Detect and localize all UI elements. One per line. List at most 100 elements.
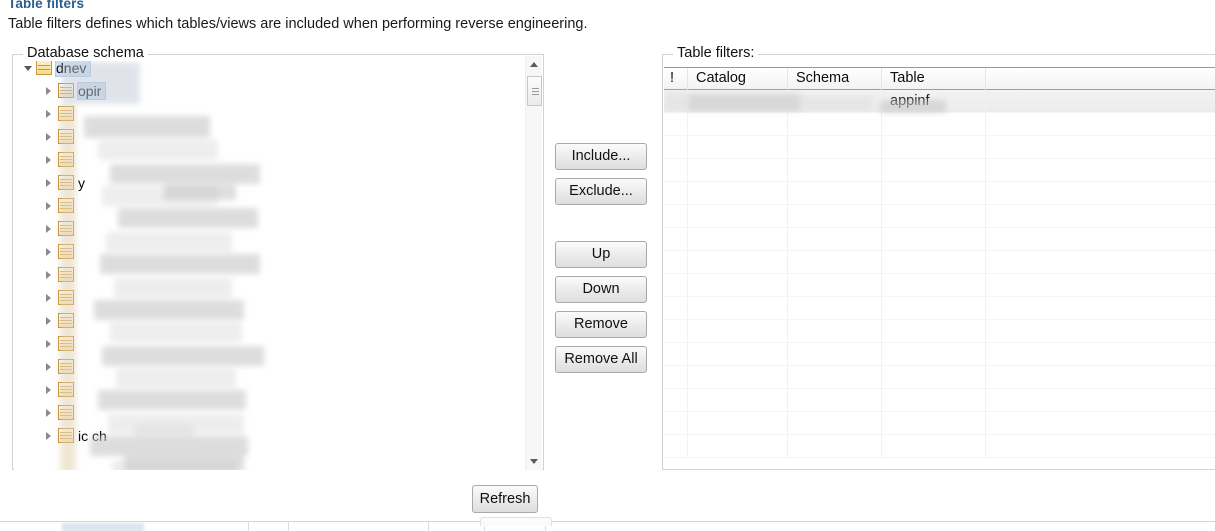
table-icon [58,106,74,121]
chevron-right-icon[interactable] [42,199,56,213]
table-icon [58,198,74,213]
table-row[interactable] [664,297,1215,320]
chevron-right-icon[interactable] [42,222,56,236]
include-button[interactable]: Include... [555,143,647,170]
table-icon [58,290,74,305]
refresh-button[interactable]: Refresh [472,485,538,513]
database-schema-tree[interactable]: dnev opir y ic ch [14,56,526,470]
scroll-down-arrow-icon[interactable] [526,453,543,470]
button-group-spacer [555,213,647,241]
cell-extra [986,366,1215,389]
tree-node-item[interactable]: y [14,171,526,194]
tree-node-item[interactable] [14,355,526,378]
tree-node-item[interactable] [14,217,526,240]
table-row[interactable] [664,274,1215,297]
scrollbar-thumb[interactable] [527,76,542,106]
chevron-right-icon[interactable] [42,429,56,443]
column-header-schema[interactable]: Schema [788,68,882,90]
remove-button[interactable]: Remove [555,311,647,338]
table-row[interactable] [664,136,1215,159]
chevron-right-icon[interactable] [42,291,56,305]
table-row[interactable] [664,320,1215,343]
move-up-button[interactable]: Up [555,241,647,268]
cell-flag [664,343,688,366]
table-row[interactable] [664,251,1215,274]
cell-flag [664,182,688,205]
cell-extra [986,113,1215,136]
tree-node-item[interactable] [14,263,526,286]
chevron-right-icon[interactable] [42,268,56,282]
cell-schema [788,205,882,228]
cell-catalog [688,136,788,159]
table-row[interactable] [664,228,1215,251]
cell-schema [788,274,882,297]
tree-node-item[interactable] [14,194,526,217]
chevron-right-icon[interactable] [42,107,56,121]
chevron-down-icon[interactable] [22,61,36,75]
tree-node-item[interactable] [14,309,526,332]
tree-node-item[interactable]: ic ch [14,424,526,447]
chevron-right-icon[interactable] [42,245,56,259]
chevron-right-icon[interactable] [42,130,56,144]
table-row[interactable] [664,389,1215,412]
exclude-button[interactable]: Exclude... [555,178,647,205]
chevron-right-icon[interactable] [42,383,56,397]
cell-extra [986,251,1215,274]
move-down-button[interactable]: Down [555,276,647,303]
chevron-right-icon[interactable] [42,314,56,328]
tree-node-item[interactable] [14,148,526,171]
tree-vertical-scrollbar[interactable] [525,56,542,470]
cell-schema [788,389,882,412]
cell-catalog [688,412,788,435]
chevron-right-icon[interactable] [42,84,56,98]
table-filters-grid[interactable]: ! Catalog Schema Table appinf [664,67,1215,468]
tree-node-item[interactable] [14,378,526,401]
remove-all-button[interactable]: Remove All [555,346,647,373]
chevron-right-icon[interactable] [42,176,56,190]
cell-flag [664,389,688,412]
cell-table [882,251,986,274]
table-row[interactable] [664,159,1215,182]
table-icon [58,428,74,443]
table-icon [58,175,74,190]
chevron-right-icon[interactable] [42,406,56,420]
tree-node-item[interactable] [14,286,526,309]
cell-flag [664,435,688,458]
cell-table [882,113,986,136]
chevron-right-icon[interactable] [42,153,56,167]
cell-extra [986,435,1215,458]
cell-table [882,136,986,159]
scroll-up-arrow-icon[interactable] [526,56,543,73]
column-header-catalog[interactable]: Catalog [688,68,788,90]
table-row[interactable] [664,435,1215,458]
cell-flag [664,90,688,113]
dialog-button-stub[interactable] [480,517,552,526]
table-row[interactable] [664,366,1215,389]
cell-flag [664,136,688,159]
tree-node-item[interactable] [14,125,526,148]
tree-node-item[interactable] [14,102,526,125]
column-header-table[interactable]: Table [882,68,986,90]
table-row[interactable] [664,182,1215,205]
tab-divider [428,522,429,531]
tree-node-schema[interactable]: opir [14,79,526,102]
bottom-tab-strip[interactable] [0,521,1215,531]
tree-node-item[interactable] [14,401,526,424]
tree-node-item[interactable] [14,240,526,263]
table-row[interactable] [664,113,1215,136]
tree-node-label: opir [76,81,107,100]
chevron-right-icon[interactable] [42,337,56,351]
cell-table [882,389,986,412]
column-header-flag[interactable]: ! [664,68,688,90]
table-row[interactable] [664,343,1215,366]
tree-node-item[interactable] [14,332,526,355]
chevron-right-icon[interactable] [42,360,56,374]
active-tab-indicator[interactable] [62,523,144,531]
cell-flag [664,205,688,228]
table-row[interactable] [664,205,1215,228]
column-header-extra[interactable] [986,68,1215,90]
tree-node-label: y [78,174,85,191]
table-row[interactable]: appinf [664,90,1215,113]
cell-catalog [688,343,788,366]
table-row[interactable] [664,412,1215,435]
